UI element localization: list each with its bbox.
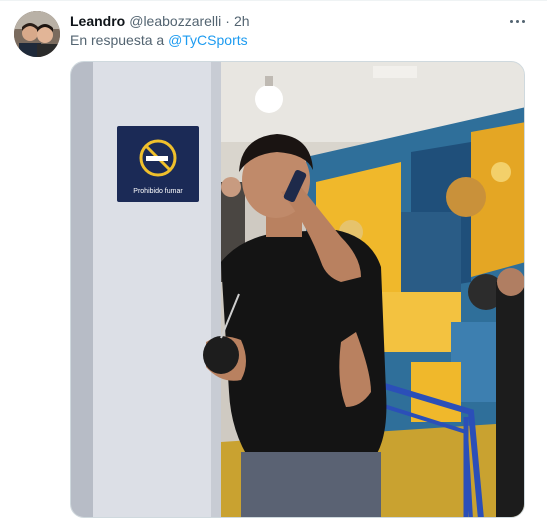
tweet-header: Leandro @leabozzarelli · 2h bbox=[70, 11, 250, 31]
reply-prefix: En respuesta a bbox=[70, 32, 165, 48]
separator: · bbox=[225, 13, 230, 29]
timestamp[interactable]: 2h bbox=[234, 13, 250, 29]
reply-to-link[interactable]: @TyCSports bbox=[168, 32, 248, 48]
tweet-photo[interactable]: Prohibido fumar bbox=[70, 61, 525, 518]
sign-label: Prohibido fumar bbox=[133, 188, 183, 195]
tweet[interactable]: Leandro @leabozzarelli · 2h En respuesta… bbox=[0, 0, 547, 527]
author-handle[interactable]: @leabozzarelli bbox=[129, 13, 221, 29]
author-name[interactable]: Leandro bbox=[70, 13, 125, 29]
photo-illustration: Prohibido fumar bbox=[71, 62, 524, 517]
reply-context: En respuesta a @TyCSports bbox=[70, 32, 248, 48]
avatar[interactable] bbox=[14, 11, 60, 57]
more-icon[interactable] bbox=[507, 11, 527, 31]
